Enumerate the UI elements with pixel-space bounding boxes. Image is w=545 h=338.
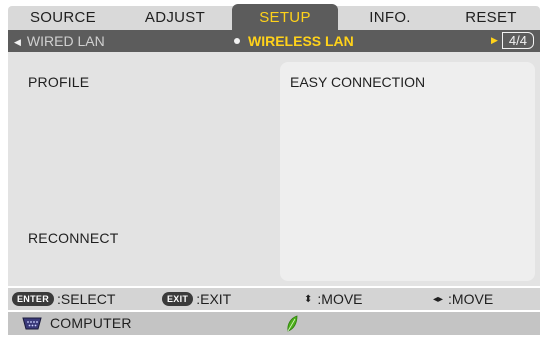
tab-source[interactable]: SOURCE: [8, 6, 118, 30]
top-tab-bar: SOURCE ADJUST SETUP INFO. RESET: [8, 4, 540, 30]
up-down-arrow-icon: ⬍: [304, 294, 313, 305]
left-arrow-icon: ◀: [14, 37, 21, 47]
input-source-label: COMPUTER: [50, 315, 132, 331]
projector-osd-menu: SOURCE ADJUST SETUP INFO. RESET ◀ WIRED L…: [0, 0, 545, 335]
hint-move-horizontal-label: :MOVE: [448, 291, 494, 307]
enter-key-badge: ENTER: [12, 292, 55, 306]
subpage-current: WIRELESS LAN: [234, 30, 354, 52]
right-arrow-icon: ▶: [491, 35, 498, 45]
tab-info[interactable]: INFO.: [338, 6, 442, 30]
profile-value-box[interactable]: EASY CONNECTION: [280, 62, 535, 281]
tab-adjust[interactable]: ADJUST: [120, 6, 230, 30]
subpage-current-label: WIRELESS LAN: [248, 33, 354, 49]
left-right-arrow-icon: ◂▸: [433, 294, 444, 305]
profile-label[interactable]: PROFILE: [28, 74, 89, 90]
hint-exit-label: :EXIT: [196, 291, 232, 307]
hint-move-horizontal: ◂▸ :MOVE: [433, 288, 493, 310]
bullet-icon: [234, 38, 240, 44]
subpage-prev-label: WIRED LAN: [26, 33, 105, 49]
settings-panel: PROFILE RECONNECT EASY CONNECTION: [8, 52, 540, 286]
hint-select: ENTER:SELECT: [12, 288, 115, 310]
profile-value: EASY CONNECTION: [290, 74, 426, 90]
tab-reset[interactable]: RESET: [442, 6, 540, 30]
computer-connector-icon: [22, 317, 42, 335]
exit-key-badge: EXIT: [162, 292, 194, 306]
subpage-prev[interactable]: ◀ WIRED LAN: [14, 30, 105, 52]
subpage-bar: ◀ WIRED LAN WIRELESS LAN ▶ 4/4: [8, 30, 540, 52]
button-hints-bar: ENTER:SELECT EXIT:EXIT ⬍ :MOVE ◂▸ :MOVE: [8, 288, 540, 310]
hint-exit: EXIT:EXIT: [162, 288, 231, 310]
hint-move-vertical: ⬍ :MOVE: [304, 288, 363, 310]
status-bar: COMPUTER: [8, 312, 540, 335]
reconnect-label[interactable]: RECONNECT: [28, 230, 118, 246]
page-indicator[interactable]: ▶ 4/4: [491, 32, 534, 50]
page-indicator-label: 4/4: [501, 32, 534, 49]
hint-move-vertical-label: :MOVE: [317, 291, 363, 307]
hint-select-label: :SELECT: [57, 291, 116, 307]
tab-setup[interactable]: SETUP: [232, 4, 338, 30]
